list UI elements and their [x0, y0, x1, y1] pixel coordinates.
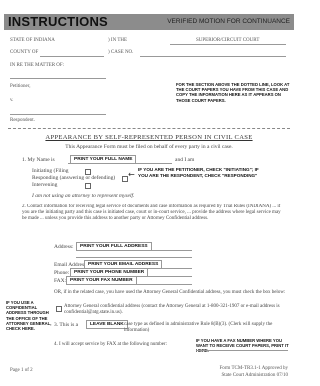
- state-label: STATE OF INDIANA: [10, 38, 55, 43]
- page-subtitle: VERIFIED MOTION FOR CONTINUANCE: [167, 18, 290, 25]
- address-label: Address:: [54, 244, 74, 250]
- fax-service-note: IF YOU HAVE A FAX NUMBER WHERE YOU WANT …: [196, 338, 289, 354]
- fax-service-field[interactable]: [196, 350, 288, 351]
- item3-prefix: 3. This is a: [54, 322, 79, 328]
- item3-text: case type as defined in administrative R…: [124, 322, 273, 333]
- address-line2[interactable]: [76, 257, 192, 258]
- respondent-label: Respondent.: [10, 118, 35, 123]
- page-number: Page 1 of 2: [10, 368, 33, 373]
- fax-underline: [66, 284, 192, 285]
- item2-text: 2. Contact information for receiving leg…: [22, 204, 281, 221]
- form-subtitle: This Appearance Form must be filed on be…: [65, 144, 233, 150]
- county-label: COUNTY OF: [10, 50, 39, 55]
- dotted-divider: [8, 128, 290, 129]
- option-responding[interactable]: Responding (answering or defending): [32, 175, 115, 182]
- form-approval: State Court Administration 07/10: [221, 373, 288, 378]
- form-title: APPEARANCE BY SELF-REPRESENTED PERSON IN…: [45, 134, 253, 141]
- option-instruction-note: IF YOU ARE THE PETITIONER, CHECK "INITIA…: [138, 167, 259, 178]
- county-field[interactable]: [40, 56, 104, 57]
- matter-label: IN RE THE MATTER OF:: [10, 63, 65, 68]
- form-number: Form TCM-TR3.1-1 Approved by: [219, 366, 288, 371]
- versus-label: v.: [10, 98, 14, 103]
- case-number-field[interactable]: [140, 56, 286, 57]
- page-title: INSTRUCTIONS: [8, 14, 108, 29]
- case-no-label: ) CASE NO.: [108, 50, 134, 55]
- court-line: [170, 44, 286, 45]
- in-the-label: ) IN THE: [108, 38, 128, 43]
- caption-instruction-note: FOR THE SECTION ABOVE THE DOTTED LINE, L…: [176, 82, 290, 103]
- address-underline: [76, 250, 192, 251]
- item4-text: 4. I will accept service by FAX at the f…: [54, 342, 168, 347]
- option-intervening[interactable]: Intervening: [32, 182, 57, 189]
- confidential-side-note: IF YOU USE A CONFIDENTIAL ADDRESS THROUG…: [6, 300, 52, 332]
- petitioner-name-field[interactable]: [10, 78, 106, 79]
- arrow-icon: ←: [128, 170, 135, 179]
- no-attorney-note: I am not using an attorney to represent …: [32, 193, 135, 199]
- confidential-checkbox[interactable]: [56, 306, 62, 312]
- confidential-text: OR, if in the related case, you have use…: [54, 290, 286, 295]
- option-initiating[interactable]: Initiating (Filing: [32, 168, 69, 175]
- respondent-name-field[interactable]: [10, 114, 106, 115]
- name-underline: [68, 163, 172, 164]
- item1-suffix: and I am: [175, 157, 195, 163]
- fax-label: FAX:: [54, 278, 67, 284]
- confidential-option: Attorney General confidential address (c…: [64, 304, 280, 315]
- item1-prefix: 1. My Name is: [22, 157, 55, 163]
- petitioner-label: Petitioner,: [10, 84, 31, 89]
- case-type-underline: [86, 328, 122, 329]
- intervening-checkbox[interactable]: [85, 183, 91, 189]
